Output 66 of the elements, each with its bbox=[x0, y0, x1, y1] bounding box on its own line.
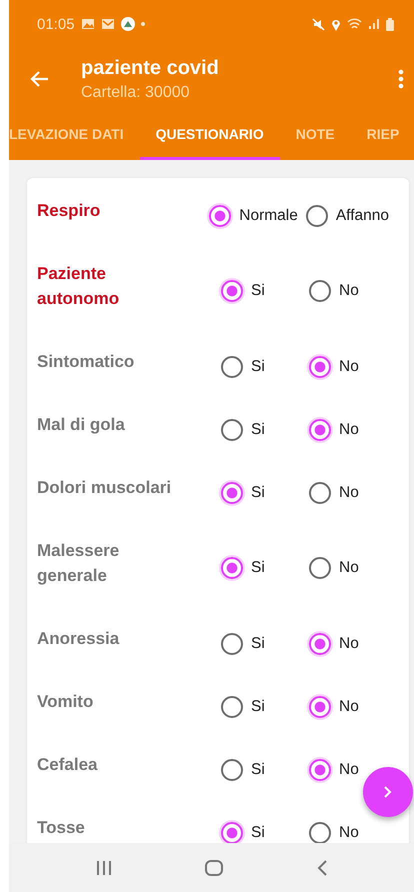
wifi-icon bbox=[347, 18, 362, 30]
question-label: Sintomatico bbox=[37, 351, 136, 373]
radio-button[interactable] bbox=[221, 696, 243, 718]
toolbar-subtitle: Cartella: 30000 bbox=[81, 84, 191, 102]
radio-button[interactable] bbox=[221, 280, 243, 302]
radio-label[interactable]: No bbox=[339, 282, 359, 300]
toolbar-title: paziente covid bbox=[81, 56, 220, 80]
mute-icon bbox=[312, 18, 325, 30]
radio-label[interactable]: Si bbox=[251, 760, 265, 778]
location-icon bbox=[331, 18, 341, 30]
radio-label[interactable]: Si bbox=[251, 824, 265, 842]
question-label: Tosse bbox=[37, 817, 86, 839]
radio-label[interactable]: No bbox=[339, 420, 359, 438]
back-icon[interactable] bbox=[316, 858, 328, 876]
radio-button[interactable] bbox=[221, 557, 243, 579]
app-icon bbox=[120, 17, 135, 31]
battery-icon bbox=[386, 18, 394, 30]
radio-label[interactable]: No bbox=[339, 559, 359, 577]
question-label: Malessere generale bbox=[37, 540, 120, 587]
radio-button[interactable] bbox=[309, 696, 331, 718]
radio-button[interactable] bbox=[309, 557, 331, 579]
radio-label[interactable]: No bbox=[339, 634, 359, 652]
radio-button[interactable] bbox=[221, 632, 243, 654]
radio-button[interactable] bbox=[309, 482, 331, 504]
more-menu-icon[interactable] bbox=[398, 69, 404, 89]
radio-button[interactable] bbox=[221, 356, 243, 378]
radio-label[interactable]: Si bbox=[251, 559, 265, 577]
radio-label[interactable]: Si bbox=[251, 358, 265, 376]
radio-label[interactable]: No bbox=[339, 824, 359, 842]
radio-label[interactable]: No bbox=[339, 698, 359, 716]
radio-label[interactable]: Si bbox=[251, 634, 265, 652]
radio-button[interactable] bbox=[309, 418, 331, 440]
dot-icon bbox=[140, 22, 145, 26]
radio-label[interactable]: No bbox=[339, 760, 359, 778]
question-label: Paziente autonomo bbox=[37, 263, 120, 310]
question-label: Respiro bbox=[37, 200, 102, 222]
radio-button[interactable] bbox=[309, 758, 331, 780]
radio-label[interactable]: Si bbox=[251, 484, 265, 502]
image-icon bbox=[80, 18, 95, 30]
radio-button[interactable] bbox=[209, 204, 232, 226]
signal-icon bbox=[368, 18, 380, 30]
radio-label[interactable]: Si bbox=[251, 698, 265, 716]
radio-button[interactable] bbox=[221, 418, 243, 440]
radio-label[interactable]: Normale bbox=[239, 206, 298, 224]
question-label: Vomito bbox=[37, 691, 94, 713]
radio-button[interactable] bbox=[306, 204, 328, 226]
question-label: Dolori muscolari bbox=[37, 477, 172, 499]
radio-label[interactable]: Si bbox=[251, 282, 265, 300]
question-label: Anoressia bbox=[37, 628, 120, 650]
recent-apps-icon[interactable] bbox=[94, 860, 113, 876]
mail-icon bbox=[100, 18, 115, 30]
radio-label[interactable]: Si bbox=[251, 420, 265, 438]
question-label: Cefalea bbox=[37, 754, 98, 776]
radio-label[interactable]: No bbox=[339, 358, 359, 376]
radio-button[interactable] bbox=[309, 356, 331, 378]
radio-label[interactable]: No bbox=[339, 484, 359, 502]
radio-button[interactable] bbox=[221, 758, 243, 780]
radio-button[interactable] bbox=[309, 280, 331, 302]
question-label: Mal di gola bbox=[37, 414, 126, 436]
radio-label[interactable]: Affanno bbox=[336, 206, 389, 224]
chevron-right-icon bbox=[383, 785, 393, 799]
home-icon[interactable] bbox=[204, 858, 224, 876]
status-time: 01:05 bbox=[37, 16, 75, 32]
radio-button[interactable] bbox=[309, 632, 331, 654]
radio-button[interactable] bbox=[221, 482, 243, 504]
back-arrow-icon[interactable] bbox=[29, 70, 49, 88]
